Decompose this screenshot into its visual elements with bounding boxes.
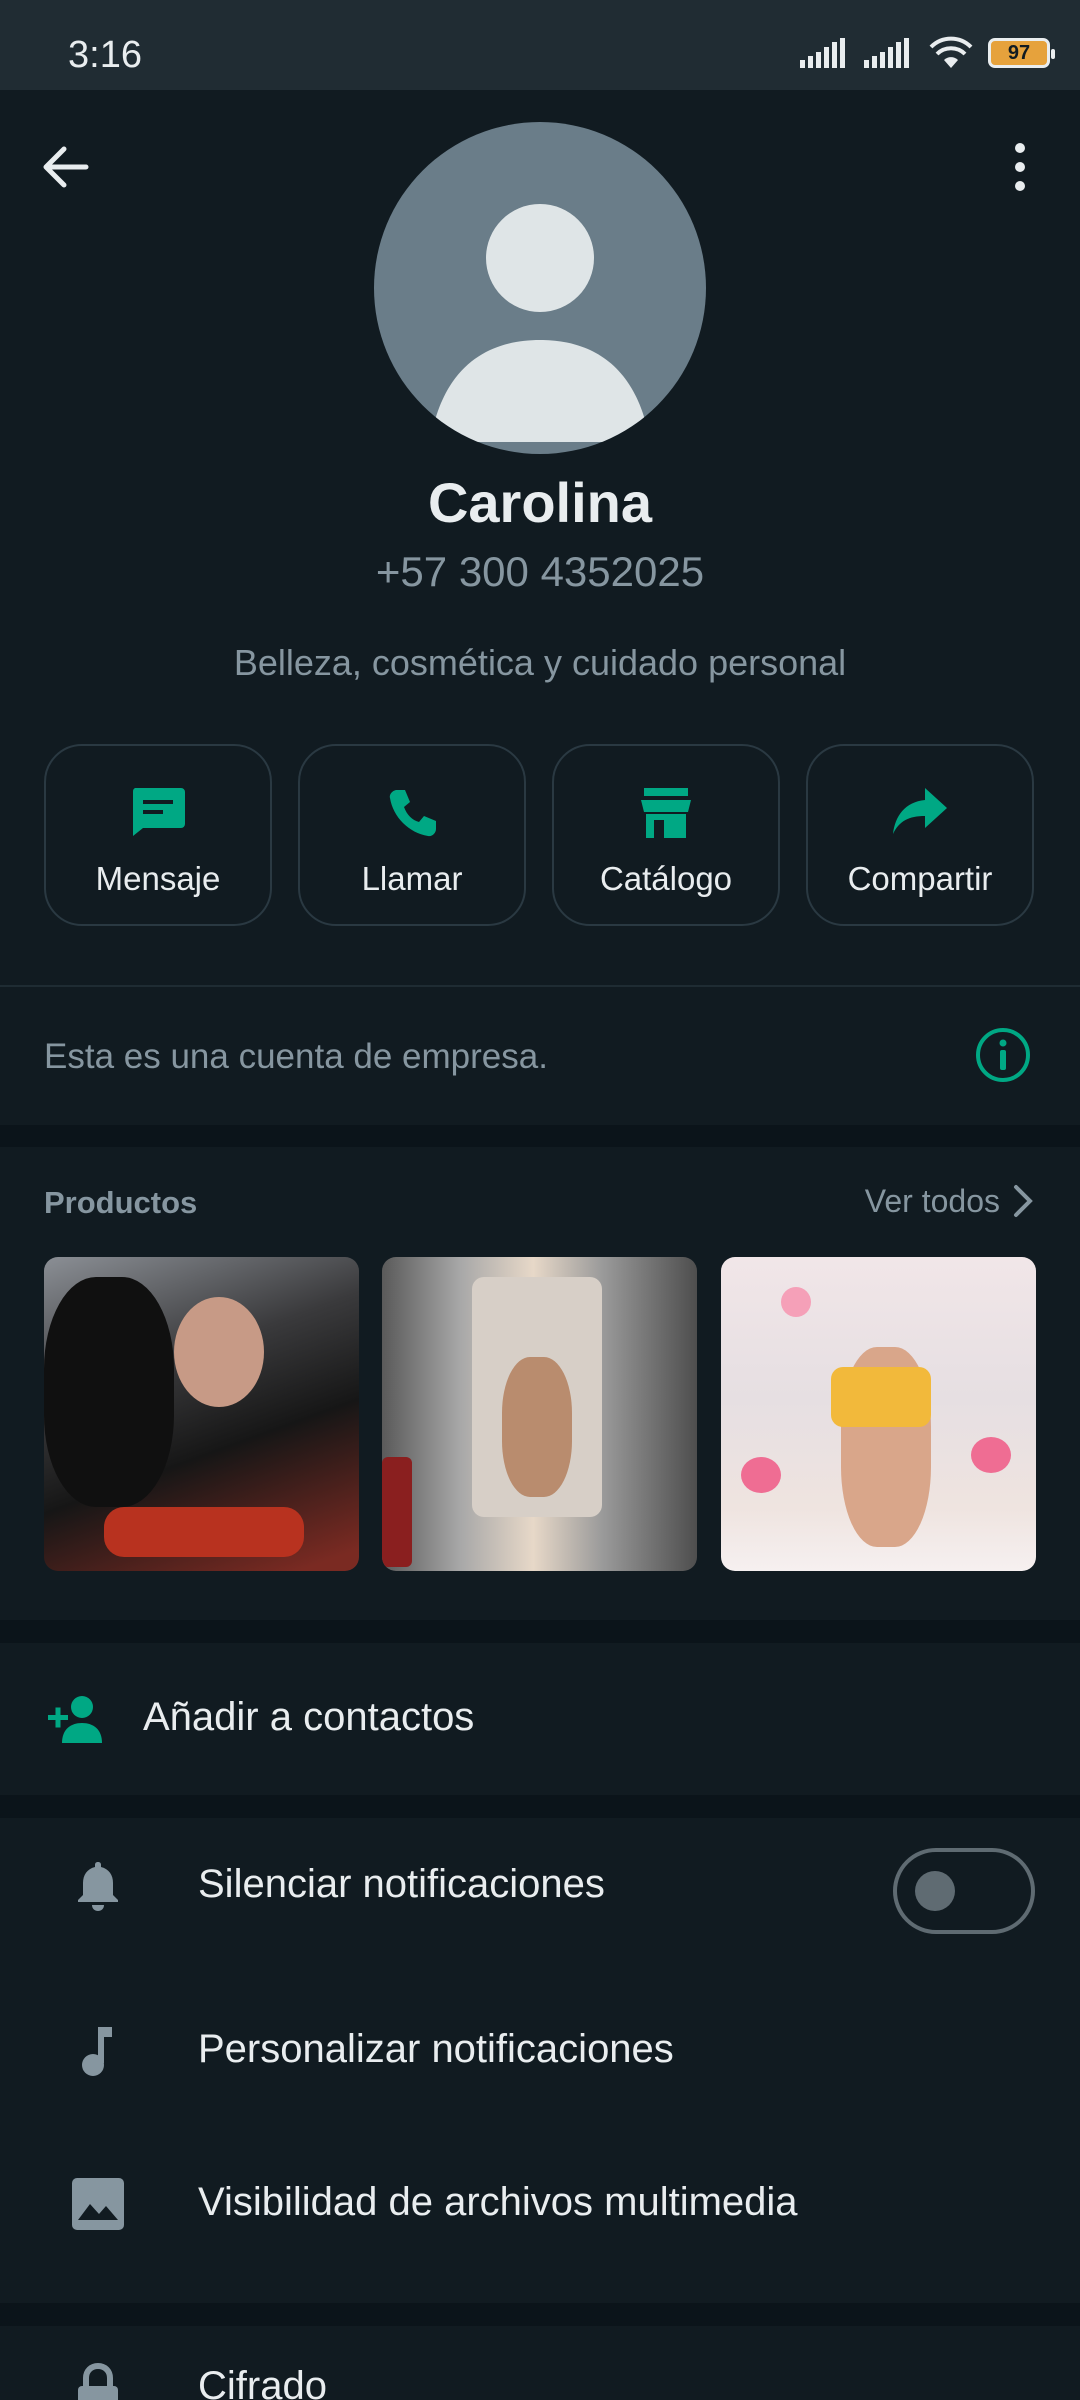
divider [0,985,1080,987]
signal-icon [800,38,845,68]
default-avatar-icon [430,204,650,442]
add-to-contacts-label: Añadir a contactos [143,1695,475,1739]
share-button-label: Compartir [847,860,993,897]
contact-name: Carolina [427,471,653,534]
custom-notifications-label: Personalizar notificaciones [198,2027,674,2071]
share-icon [893,788,947,834]
media-visibility-row[interactable]: Visibilidad de archivos multimedia [0,2136,1080,2266]
media-visibility-label: Visibilidad de archivos multimedia [198,2180,798,2224]
see-all-link[interactable]: Ver todos [865,1183,1000,1220]
bell-icon [78,1862,118,1911]
section-separator [0,1795,1080,1818]
arrow-left-icon[interactable] [38,140,92,194]
image-icon [72,2178,124,2230]
mute-notifications-label: Silenciar notificaciones [198,1862,605,1906]
mute-toggle[interactable] [893,1848,1035,1934]
contact-phone: +57 300 4352025 [375,548,705,595]
notification-settings: Silenciar notificaciones Personalizar no… [0,1818,1080,2303]
mute-notifications-row[interactable]: Silenciar notificaciones [0,1818,1080,1948]
product-thumbnail[interactable] [721,1257,1036,1571]
lock-icon [78,2362,118,2400]
section-separator [0,2303,1080,2326]
wifi-icon [929,36,973,68]
message-icon [132,788,185,836]
section-separator [0,1620,1080,1643]
business-category: Belleza, cosmética y cuidado personal [233,642,847,683]
store-icon [641,788,691,838]
add-person-icon [48,1696,102,1743]
message-button-label: Mensaje [95,860,221,897]
products-title: Productos [44,1185,198,1220]
status-icons: 97 [800,36,1055,70]
section-separator [0,1125,1080,1147]
products-section: Productos Ver todos [0,1147,1080,1620]
catalog-button[interactable]: Catálogo [552,744,780,926]
business-account-note: Esta es una cuenta de empresa. [44,1037,548,1076]
battery-level: 97 [1007,41,1031,64]
catalog-button-label: Catálogo [599,860,733,897]
product-thumbnail[interactable] [44,1257,359,1571]
avatar[interactable] [374,122,706,454]
custom-notifications-row[interactable]: Personalizar notificaciones [0,1983,1080,2113]
share-button[interactable]: Compartir [806,744,1034,926]
status-time: 3:16 [68,34,142,76]
battery-icon: 97 [988,38,1055,68]
add-to-contacts-row[interactable]: Añadir a contactos [0,1643,1080,1795]
chevron-right-icon[interactable] [1010,1183,1036,1219]
status-bar: 3:16 97 [0,0,1080,90]
phone-icon [389,790,436,837]
signal-icon [864,38,909,68]
music-note-icon [82,2027,112,2076]
info-icon[interactable] [975,1027,1031,1083]
encryption-row[interactable]: Cifrado [0,2326,1080,2400]
more-vertical-icon[interactable] [1000,140,1040,194]
call-button[interactable]: Llamar [298,744,526,926]
message-button[interactable]: Mensaje [44,744,272,926]
product-thumbnail[interactable] [382,1257,697,1571]
toggle-knob [915,1871,955,1911]
encryption-label: Cifrado [198,2364,327,2400]
call-button-label: Llamar [361,860,463,897]
